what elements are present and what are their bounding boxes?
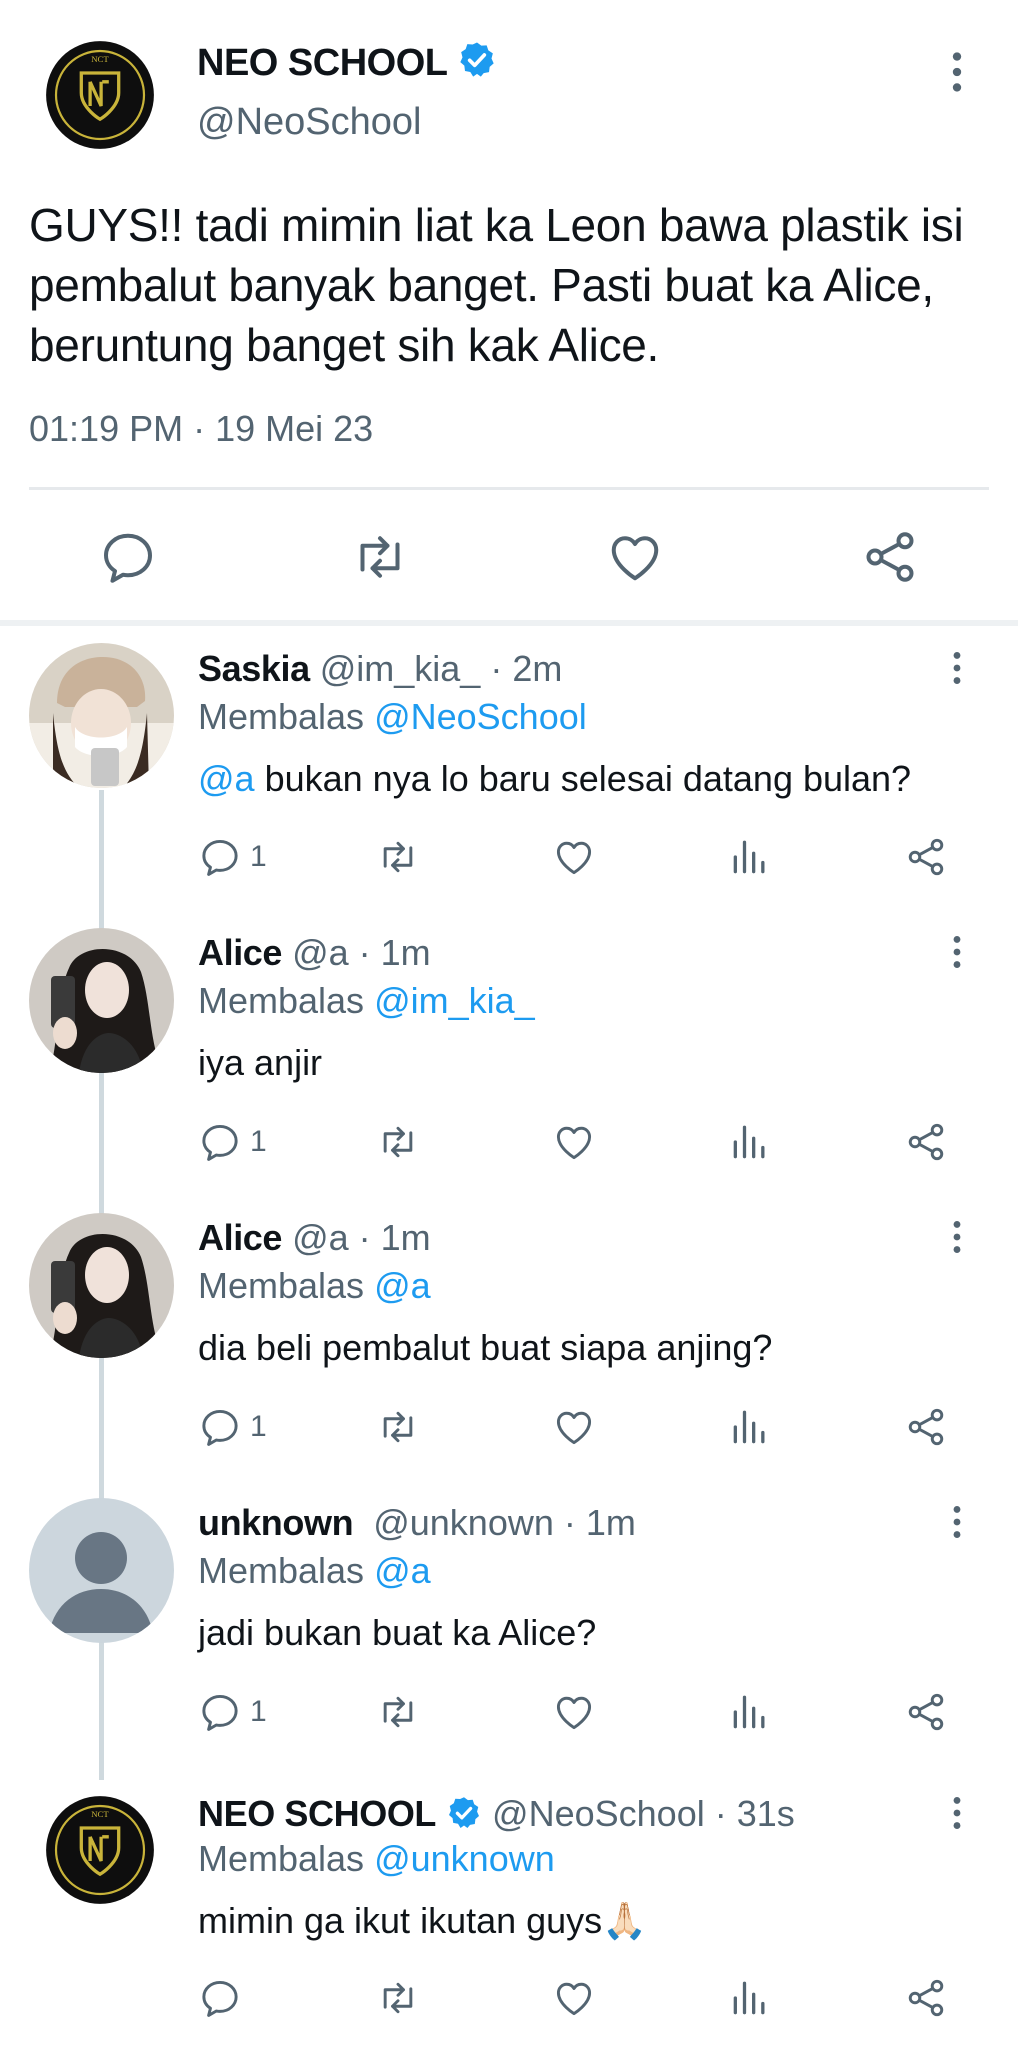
main-tweet-timestamp[interactable]: 01:19 PM · 19 Mei 23 [29,408,373,450]
more-options-icon[interactable] [947,934,967,978]
reply-button[interactable]: 1 [198,1405,267,1449]
avatar-saskia[interactable] [29,643,174,788]
reply-time: · 2m [490,648,563,689]
reply-count: 1 [250,1410,267,1443]
views-icon[interactable] [728,1405,772,1449]
author-name: NEO SCHOOL [197,42,448,84]
divider [29,487,989,490]
replying-to-link[interactable]: @a [374,1550,431,1591]
reply-time: · 31s [714,1793,795,1834]
replying-to: Membalas @NeoSchool [198,696,587,737]
share-icon[interactable] [904,1976,948,2020]
verified-icon [457,40,497,80]
like-icon[interactable] [552,1405,596,1449]
more-options-icon[interactable] [947,1795,967,1839]
mention-link[interactable]: @a [198,758,255,799]
views-icon[interactable] [728,1976,772,2020]
retweet-icon[interactable] [376,1405,420,1449]
verified-icon [446,1795,482,1831]
more-options-icon[interactable] [947,1504,967,1548]
like-icon[interactable] [552,1976,596,2020]
reply-author-name: NEO SCHOOL [198,1793,437,1834]
reply-author-name: Saskia [198,648,310,689]
like-icon[interactable] [552,835,596,879]
reply-text: jadi bukan buat ka Alice? [198,1612,597,1653]
retweet-icon[interactable] [376,1120,420,1164]
views-icon[interactable] [728,1690,772,1734]
more-options-icon[interactable] [947,1219,967,1263]
main-tweet-handle[interactable]: @NeoSchool [197,101,421,144]
retweet-icon[interactable] [350,527,410,587]
retweet-icon[interactable] [376,1976,420,2020]
replying-to: Membalas @a [198,1550,431,1591]
reply-text: iya anjir [198,1042,323,1083]
reply-author-handle: @unknown [373,1502,554,1543]
folded-hands-emoji: 🙏🏻 [602,1900,648,1941]
reply-count: 1 [250,1125,267,1158]
views-icon[interactable] [728,835,772,879]
reply-time: · 1m [358,1217,431,1258]
like-icon[interactable] [605,527,665,587]
reply-header[interactable]: Alice @a · 1m [198,1217,431,1259]
main-tweet-text: GUYS!! tadi mimin liat ka Leon bawa plas… [29,199,964,371]
views-icon[interactable] [728,1120,772,1164]
more-options-icon[interactable] [947,50,967,94]
replying-to-link[interactable]: @im_kia_ [374,980,535,1021]
reply-author-handle: @a [292,1217,349,1258]
replying-to: Membalas @a [198,1265,431,1306]
reply-icon[interactable] [98,527,158,587]
reply-author-handle: @NeoSchool [492,1793,705,1834]
reply-author-name: unknown [198,1502,354,1543]
reply-header[interactable]: NEO SCHOOL @NeoSchool · 31s [198,1793,795,1835]
share-icon[interactable] [904,1120,948,1164]
reply-button[interactable]: 1 [198,1690,267,1734]
reply-author-handle: @im_kia_ [319,648,481,689]
retweet-icon[interactable] [376,835,420,879]
reply-author-name: Alice [198,1217,283,1258]
share-icon[interactable] [904,835,948,879]
reply-count: 1 [250,840,267,873]
reply-header[interactable]: Alice @a · 1m [198,932,431,974]
reply-text: dia beli pembalut buat siapa anjing? [198,1327,773,1368]
replying-to-link[interactable]: @a [374,1265,431,1306]
replying-to: Membalas @unknown [198,1838,555,1879]
main-tweet-author[interactable]: NEO SCHOOL [197,40,497,85]
replying-to-link[interactable]: @NeoSchool [374,696,587,737]
share-icon[interactable] [904,1405,948,1449]
retweet-icon[interactable] [376,1690,420,1734]
neo-school-avatar[interactable] [45,1795,155,1905]
replying-to-link[interactable]: @unknown [374,1838,555,1879]
like-icon[interactable] [552,1120,596,1164]
share-icon[interactable] [904,1690,948,1734]
reply-header[interactable]: Saskia @im_kia_ · 2m [198,648,562,690]
reply-button[interactable] [198,1976,250,2020]
avatar-default[interactable] [29,1498,174,1643]
section-divider [0,620,1018,626]
reply-count: 1 [250,1695,267,1728]
avatar-alice[interactable] [29,1213,174,1358]
replying-to: Membalas @im_kia_ [198,980,535,1021]
more-options-icon[interactable] [947,650,967,694]
avatar-alice[interactable] [29,928,174,1073]
neo-school-avatar[interactable] [45,40,155,150]
like-icon[interactable] [552,1690,596,1734]
reply-text: @a bukan nya lo baru selesai datang bula… [198,758,912,799]
reply-time: · 1m [358,932,431,973]
reply-button[interactable]: 1 [198,1120,267,1164]
reply-author-name: Alice [198,932,283,973]
reply-header[interactable]: unknown @unknown · 1m [198,1502,636,1544]
reply-author-handle: @a [292,932,349,973]
share-icon[interactable] [860,527,920,587]
reply-button[interactable]: 1 [198,835,267,879]
reply-time: · 1m [563,1502,636,1543]
reply-text: mimin ga ikut ikutan guys🙏🏻 [198,1900,648,1941]
